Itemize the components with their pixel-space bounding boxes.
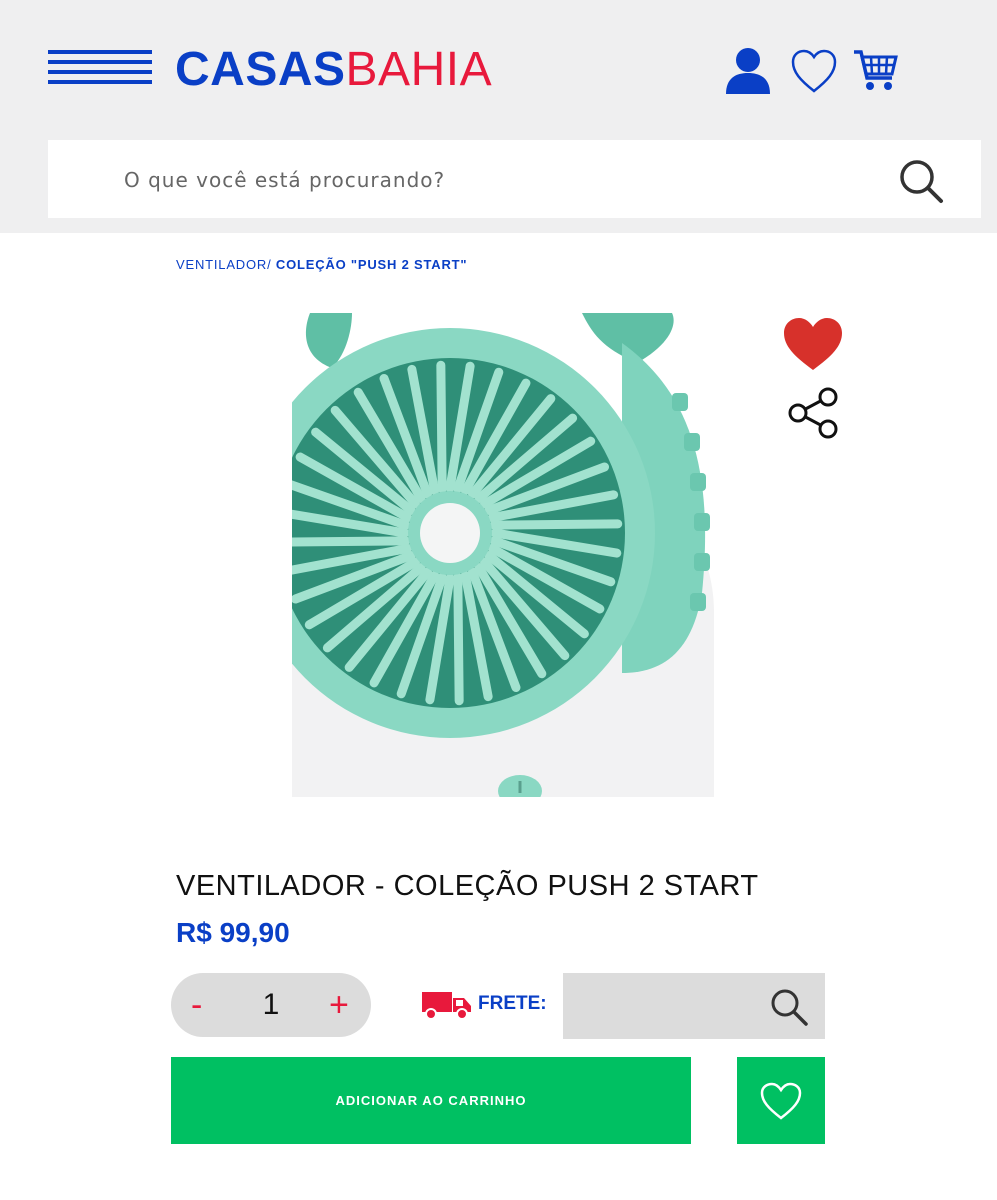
heart-outline-icon <box>760 1082 802 1120</box>
favorite-heart-icon[interactable] <box>782 316 844 372</box>
product-image[interactable] <box>292 313 714 797</box>
shipping-label: FRETE: <box>478 993 547 1014</box>
breadcrumb: VENTILADOR/ COLEÇÃO "PUSH 2 START" <box>176 257 467 272</box>
logo-bahia: BAHIA <box>345 43 493 96</box>
product-title: VENTILADOR - COLEÇÃO PUSH 2 START <box>176 870 759 902</box>
menu-icon[interactable] <box>48 50 152 84</box>
logo[interactable]: CASASBAHIA <box>175 40 492 100</box>
site-header: CASASBAHIA <box>0 0 997 233</box>
search-bar <box>48 140 981 218</box>
logo-casas: CASAS <box>175 43 346 96</box>
cart-icon[interactable] <box>852 48 898 92</box>
quantity-stepper: - 1 + <box>171 973 371 1037</box>
wishlist-icon[interactable] <box>790 48 838 94</box>
user-icon[interactable] <box>724 46 772 94</box>
fan-spoke <box>453 572 464 706</box>
fan-spoke <box>489 519 623 530</box>
add-to-cart-button[interactable]: ADICIONAR AO CARRINHO <box>171 1057 691 1144</box>
shipping-search-icon[interactable] <box>769 987 809 1027</box>
fan-spoke <box>436 360 447 494</box>
breadcrumb-current: COLEÇÃO "PUSH 2 START" <box>275 257 468 272</box>
breadcrumb-parent[interactable]: VENTILADOR/ <box>176 257 271 272</box>
product-price: R$ 99,90 <box>176 917 290 948</box>
search-input[interactable] <box>122 158 886 202</box>
fan-spoke <box>292 536 411 547</box>
truck-icon <box>422 992 471 1020</box>
add-to-wishlist-button[interactable] <box>737 1057 825 1144</box>
search-icon[interactable] <box>898 158 944 204</box>
quantity-increase-button[interactable]: + <box>329 981 349 1029</box>
shipping-cep-field[interactable] <box>563 973 825 1039</box>
share-icon[interactable] <box>786 386 840 440</box>
